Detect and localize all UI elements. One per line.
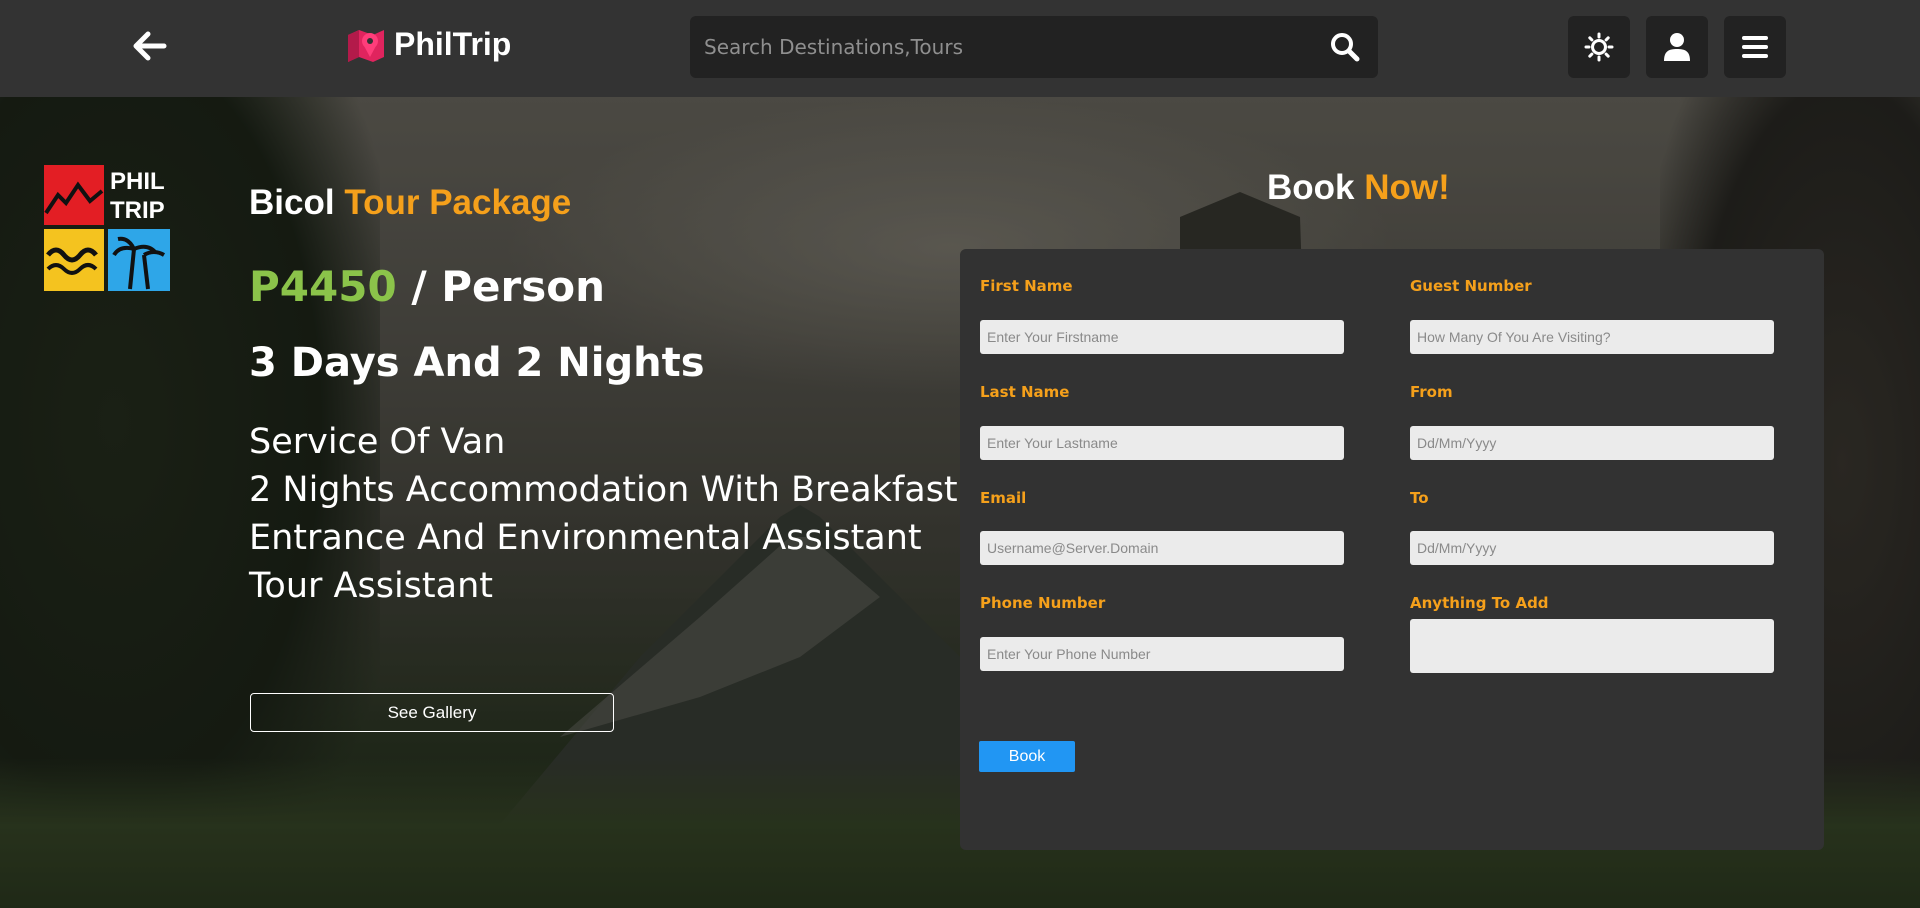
philtrip-badge-logo: PHIL TRIP [44,165,170,291]
guest-number-field[interactable] [1410,320,1774,354]
anything-to-add-label: Anything To Add [1410,594,1549,612]
back-button[interactable] [128,26,172,66]
guest-number-label: Guest Number [1410,277,1532,295]
email-field[interactable] [980,531,1344,565]
brand-name: PhilTrip [394,26,512,62]
tour-title-destination: Bicol [249,183,335,222]
arrow-left-icon [133,31,167,61]
to-date-label: To [1410,489,1429,507]
email-label: Email [980,489,1027,507]
top-navbar: PhilTrip [0,0,1920,97]
tour-duration: 3 Days And 2 Nights [249,340,705,386]
booking-heading-now: Now! [1364,168,1450,207]
last-name-field[interactable] [980,426,1344,460]
see-gallery-button[interactable]: See Gallery [250,693,614,732]
map-pin-icon [348,29,384,62]
booking-heading: Book Now! [1267,168,1450,208]
svg-text:TRIP: TRIP [110,197,165,224]
inclusion-item: 2 Nights Accommodation With Breakfast [249,470,958,510]
search-icon [1331,33,1360,62]
from-date-field[interactable] [1410,426,1774,460]
sun-icon [1584,32,1614,62]
svg-text:PHIL: PHIL [110,168,165,195]
tour-title-suffix: Tour Package [344,183,572,222]
last-name-label: Last Name [980,383,1070,401]
phone-number-label: Phone Number [980,594,1106,612]
first-name-field[interactable] [980,320,1344,354]
menu-button[interactable] [1724,16,1786,78]
account-button[interactable] [1646,16,1708,78]
tour-price: P4450 / Person [249,262,605,311]
inclusions-list: Service Of Van 2 Nights Accommodation Wi… [249,418,958,610]
inclusion-item: Service Of Van [249,422,506,462]
inclusion-item: Entrance And Environmental Assistant [249,518,922,558]
to-date-field[interactable] [1410,531,1774,565]
inclusion-item: Tour Assistant [249,566,493,606]
first-name-label: First Name [980,277,1073,295]
tour-title: Bicol Tour Package [249,183,571,223]
theme-toggle-button[interactable] [1568,16,1630,78]
booking-heading-book: Book [1267,168,1355,207]
price-unit: / Person [411,262,606,311]
search-button[interactable] [1330,32,1360,62]
from-date-label: From [1410,383,1453,401]
brand-logo[interactable]: PhilTrip [346,26,511,63]
search-bar [690,16,1378,78]
booking-form: First Name Last Name Email Phone Number … [960,249,1824,850]
book-button[interactable]: Book [979,741,1075,772]
hamburger-menu-icon [1742,36,1768,58]
search-input[interactable] [690,16,1310,78]
user-icon [1664,33,1690,61]
anything-to-add-field[interactable] [1410,619,1774,673]
price-amount: P4450 [249,262,397,311]
phone-number-field[interactable] [980,637,1344,671]
